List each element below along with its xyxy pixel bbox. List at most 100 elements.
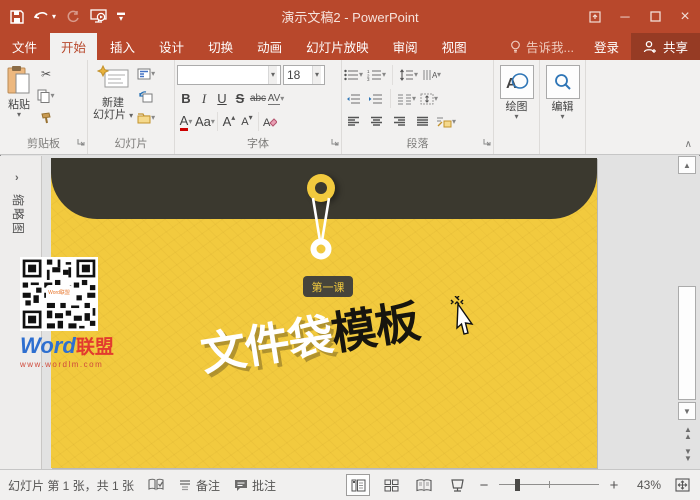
sign-in-button[interactable]: 登录 — [583, 33, 630, 60]
normal-view-button[interactable] — [346, 474, 370, 496]
zoom-slider[interactable] — [499, 478, 599, 492]
paste-button[interactable]: 粘贴 ▾ — [2, 63, 36, 137]
editing-dropdown-arrow[interactable]: ▾ — [560, 113, 564, 121]
tab-slideshow[interactable]: 幻灯片放映 — [295, 33, 380, 60]
shrink-font-button[interactable]: A▾ — [238, 113, 256, 131]
copy-dropdown-arrow[interactable]: ▾ — [50, 92, 54, 100]
collapse-ribbon-button[interactable]: ∧ — [685, 139, 692, 150]
fit-slide-to-window-button[interactable] — [670, 474, 694, 496]
tab-home[interactable]: 开始 — [50, 33, 97, 60]
previous-slide-button[interactable]: ▲▲ — [681, 426, 695, 440]
editing-button[interactable]: 编辑 ▾ — [543, 63, 583, 154]
reading-view-button[interactable] — [412, 474, 436, 496]
clear-formatting-button[interactable]: A — [261, 113, 279, 131]
scroll-down-button[interactable]: ▼ — [678, 402, 696, 420]
format-painter-button[interactable] — [37, 109, 55, 127]
lesson-badge[interactable]: 第一课 — [303, 276, 353, 297]
paragraph-dialog-launcher[interactable] — [483, 133, 491, 151]
increase-indent-button[interactable] — [366, 90, 384, 108]
lightbulb-icon — [510, 40, 521, 54]
save-button[interactable] — [10, 10, 24, 24]
bold-button[interactable]: B — [177, 90, 195, 108]
zoom-out-button[interactable]: − — [478, 477, 490, 494]
font-dialog-launcher[interactable] — [331, 133, 339, 151]
align-right-button[interactable] — [390, 113, 408, 131]
spell-check-button[interactable] — [148, 478, 164, 492]
italic-button[interactable]: I — [195, 90, 213, 108]
undo-button[interactable]: ▾ — [34, 10, 56, 23]
customize-qat-button[interactable]: ▬▾ — [117, 11, 125, 23]
tab-file[interactable]: 文件 — [1, 33, 48, 60]
tab-insert[interactable]: 插入 — [99, 33, 146, 60]
justify-button[interactable] — [413, 113, 431, 131]
maximize-button[interactable] — [640, 0, 670, 33]
zoom-percentage[interactable]: 43% — [629, 478, 661, 492]
undo-dropdown-arrow[interactable]: ▾ — [52, 13, 56, 21]
expand-pane-chevron-icon[interactable]: › — [15, 172, 19, 184]
font-name-combo[interactable]: ▾ — [177, 65, 281, 85]
notes-toggle[interactable]: 备注 — [178, 477, 220, 494]
font-color-button[interactable]: A▾ — [177, 113, 195, 131]
tab-transitions[interactable]: 切换 — [197, 33, 244, 60]
slide-number-indicator[interactable]: 幻灯片 第 1 张，共 1 张 — [8, 477, 134, 494]
scrollbar-thumb[interactable] — [678, 286, 696, 400]
align-left-button[interactable] — [344, 113, 362, 131]
underline-button[interactable]: U — [213, 90, 231, 108]
paste-dropdown-arrow[interactable]: ▾ — [17, 111, 21, 119]
envelope-string[interactable] — [301, 186, 341, 266]
reset-slide-button[interactable] — [137, 87, 155, 105]
tab-animations[interactable]: 动画 — [246, 33, 293, 60]
change-case-button[interactable]: Aa▾ — [195, 113, 215, 131]
text-direction-button[interactable]: A ▾ — [422, 66, 441, 84]
ribbon-display-options-button[interactable] — [580, 0, 610, 33]
tab-design[interactable]: 设计 — [148, 33, 195, 60]
drawing-dropdown-arrow[interactable]: ▾ — [514, 113, 518, 121]
section-button[interactable]: ▾ — [137, 109, 155, 127]
character-spacing-button[interactable]: AV▾ — [267, 90, 285, 108]
tell-me-box[interactable]: 告诉我... — [502, 33, 582, 60]
grow-font-button[interactable]: A▴ — [220, 113, 238, 131]
zoom-slider-thumb[interactable] — [515, 479, 520, 491]
slide-canvas[interactable]: 第一课 文件袋模板 — [51, 158, 597, 468]
cut-button[interactable]: ✂ — [37, 65, 55, 83]
layout-button[interactable]: ▾ — [137, 65, 155, 83]
close-button[interactable]: × — [670, 0, 700, 33]
slideshow-view-button[interactable] — [445, 474, 469, 496]
qr-widget[interactable]: Word联盟 Word联盟 www.wordlm.com — [20, 257, 100, 369]
tell-me-label: 告诉我... — [526, 37, 574, 56]
clipboard-dialog-launcher[interactable] — [77, 133, 85, 151]
next-slide-button[interactable]: ▼▼ — [681, 448, 695, 462]
new-slide-label-2: 幻灯片 — [93, 109, 126, 121]
share-button[interactable]: 共享 — [631, 33, 700, 60]
clear-strike-button[interactable]: abc — [249, 90, 267, 108]
line-spacing-button[interactable]: ▾ — [399, 66, 418, 84]
brand-word: Word — [20, 333, 76, 358]
notes-icon — [178, 479, 192, 491]
zoom-in-button[interactable]: + — [608, 477, 620, 494]
ribbon-home: 粘贴 ▾ ✂ ▾ 剪贴板 — [0, 60, 700, 155]
drawing-button[interactable]: A 绘图 ▾ — [497, 63, 537, 154]
minimize-button[interactable]: ─ — [610, 0, 640, 33]
slideshow-icon — [90, 9, 107, 24]
shrink-font-letter: A — [241, 116, 248, 128]
copy-button[interactable]: ▾ — [37, 87, 55, 105]
align-text-button[interactable]: ▾ — [420, 90, 438, 108]
tab-view[interactable]: 视图 — [431, 33, 478, 60]
start-from-beginning-button[interactable] — [90, 9, 107, 24]
new-slide-dropdown-arrow[interactable]: ▾ — [129, 111, 133, 120]
convert-smartart-button[interactable]: ▾ — [436, 113, 456, 131]
comments-toggle[interactable]: 批注 — [234, 477, 276, 494]
copy-icon — [37, 89, 50, 103]
redo-button[interactable] — [66, 10, 80, 23]
align-center-button[interactable] — [367, 113, 385, 131]
new-slide-button[interactable]: 新建 幻灯片 ▾ — [90, 63, 136, 137]
bullets-button[interactable]: ▾ — [344, 66, 363, 84]
strikethrough-button[interactable]: S — [231, 90, 249, 108]
slide-sorter-view-button[interactable] — [379, 474, 403, 496]
tab-review[interactable]: 审阅 — [382, 33, 429, 60]
font-size-combo[interactable]: 18 ▾ — [283, 65, 325, 85]
scroll-up-button[interactable]: ▲ — [678, 156, 696, 174]
numbering-button[interactable]: 123 ▾ — [367, 66, 386, 84]
decrease-indent-button[interactable] — [344, 90, 362, 108]
columns-button[interactable]: ▾ — [397, 90, 416, 108]
